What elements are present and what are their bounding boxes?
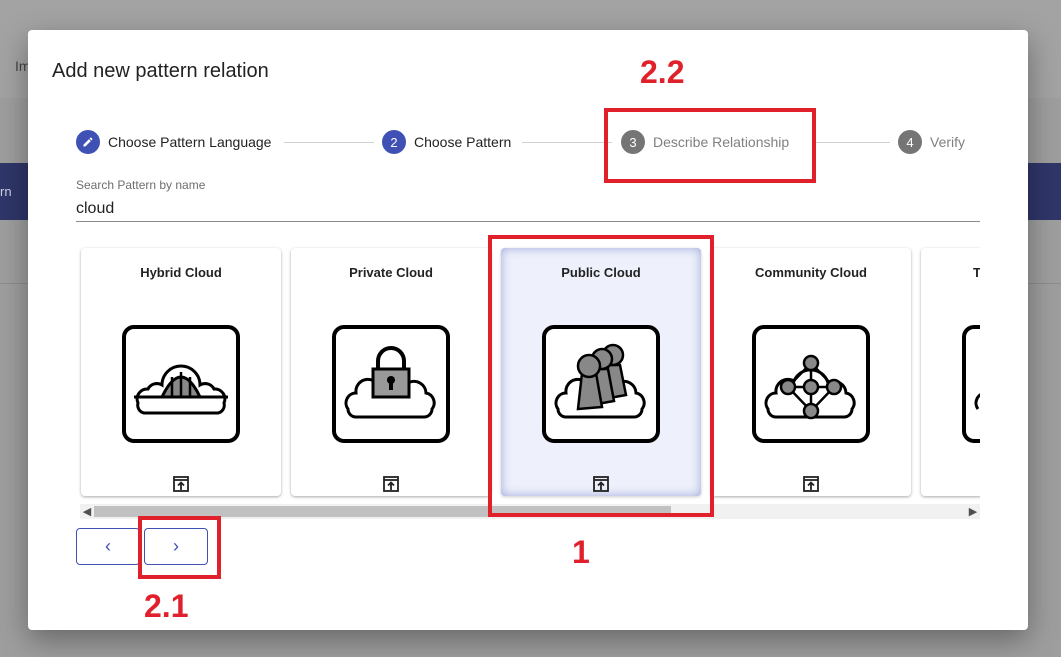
stepper-connector xyxy=(284,142,374,143)
pattern-card-community-cloud[interactable]: Community Cloud xyxy=(711,248,911,496)
pattern-card-hybrid-cloud[interactable]: Hybrid Cloud xyxy=(81,248,281,496)
stepper-connector xyxy=(814,142,890,143)
step-label: Choose Pattern Language xyxy=(108,134,272,150)
step-number: 4 xyxy=(898,130,922,154)
card-title: Hybrid Cloud xyxy=(140,265,222,280)
annotation-box-1 xyxy=(488,235,714,517)
annotation-label-2-1: 2.1 xyxy=(144,588,189,624)
pattern-card-private-cloud[interactable]: Private Cloud xyxy=(291,248,491,496)
step-number: 2 xyxy=(382,130,406,154)
open-in-new-icon[interactable] xyxy=(382,475,400,493)
search-input[interactable] xyxy=(76,196,980,222)
open-in-new-icon[interactable] xyxy=(172,475,190,493)
card-title: Private Cloud xyxy=(349,265,433,280)
open-in-new-icon[interactable] xyxy=(802,475,820,493)
step-choose-pattern-language[interactable]: Choose Pattern Language xyxy=(76,130,271,154)
pencil-icon xyxy=(76,130,100,154)
annotation-box-2-2 xyxy=(604,108,816,183)
step-choose-pattern[interactable]: 2 Choose Pattern xyxy=(382,130,511,154)
annotation-label-1: 1 xyxy=(572,534,590,570)
card-title: T xyxy=(973,265,980,280)
chevron-left-icon: ‹ xyxy=(105,536,111,556)
previous-page-button[interactable]: ‹ xyxy=(76,528,140,565)
annotation-box-2-1 xyxy=(138,516,221,579)
private-cloud-icon xyxy=(332,325,450,443)
annotation-label-2-2: 2.2 xyxy=(640,54,685,90)
card-title: Community Cloud xyxy=(755,265,867,280)
scroll-right-arrow-icon[interactable]: ▶ xyxy=(966,504,980,519)
hybrid-cloud-icon xyxy=(122,325,240,443)
background-header-text: rn xyxy=(0,184,12,199)
scroll-left-arrow-icon[interactable]: ◀ xyxy=(80,504,94,519)
pattern-card-partial[interactable]: T xyxy=(921,248,980,496)
stepper-connector xyxy=(522,142,612,143)
step-verify[interactable]: 4 Verify xyxy=(898,130,965,154)
community-cloud-icon xyxy=(752,325,870,443)
step-label: Verify xyxy=(930,134,966,150)
dialog-title: Add new pattern relation xyxy=(52,60,269,82)
step-label: Choose Pattern xyxy=(414,134,512,150)
partial-cloud-icon xyxy=(962,325,980,443)
search-label: Search Pattern by name xyxy=(76,178,206,192)
